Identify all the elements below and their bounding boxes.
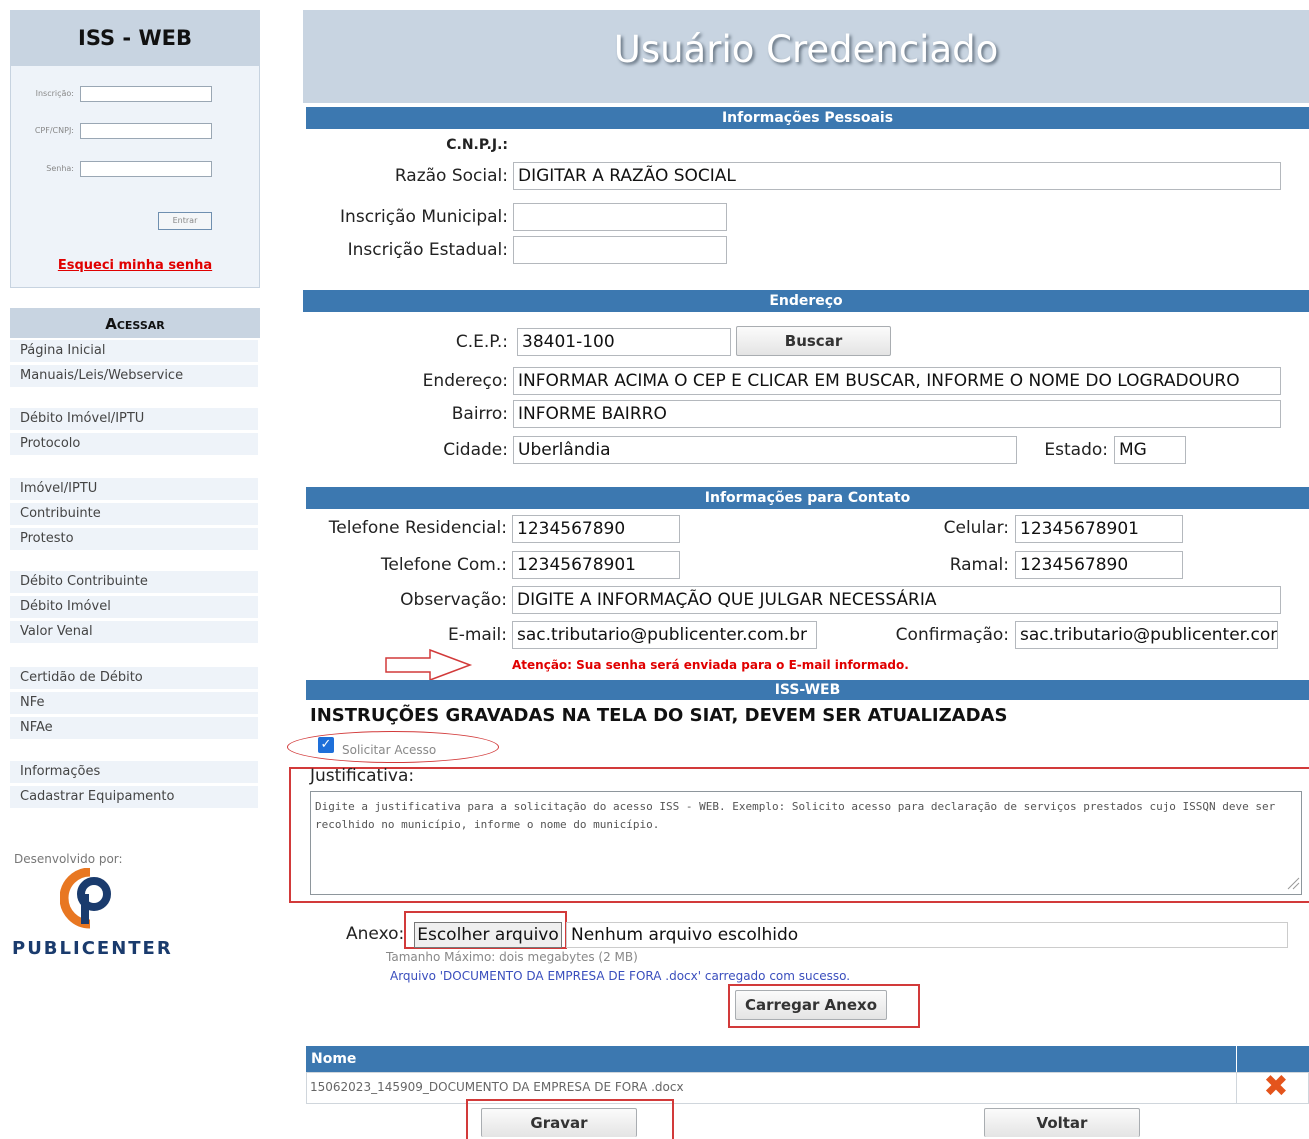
cidade-label: Cidade: <box>443 440 508 460</box>
inscricao-input[interactable] <box>80 86 212 102</box>
confirmacao-label: Confirmação: <box>895 625 1009 645</box>
buscar-button[interactable]: Buscar <box>736 326 891 356</box>
menu-item-valor-venal[interactable]: Valor Venal <box>10 621 258 643</box>
publicenter-logo-icon <box>60 868 111 929</box>
inscricao-municipal-label: Inscrição Municipal: <box>340 207 508 227</box>
anexo-label: Anexo: <box>346 924 405 944</box>
menu-item-manuais[interactable]: Manuais/Leis/Webservice <box>10 365 258 387</box>
upload-success-message: Arquivo 'DOCUMENTO DA EMPRESA DE FORA .d… <box>390 969 851 983</box>
observacao-label: Observação: <box>400 590 507 610</box>
menu-item-debito-imovel[interactable]: Débito Imóvel <box>10 596 258 618</box>
app-title: ISS - WEB <box>10 10 260 66</box>
endereco-input[interactable]: INFORMAR ACIMA O CEP E CLICAR EM BUSCAR,… <box>513 367 1281 395</box>
attachment-file-name: 15062023_145909_DOCUMENTO DA EMPRESA DE … <box>310 1080 684 1094</box>
attachments-table-header: Nome <box>306 1046 1309 1072</box>
menu-item-pagina-inicial[interactable]: Página Inicial <box>10 340 258 362</box>
cidade-input[interactable]: Uberlândia <box>513 436 1017 464</box>
inscricao-estadual-label: Inscrição Estadual: <box>347 240 508 260</box>
developed-by-label: Desenvolvido por: <box>14 852 123 866</box>
tel-comercial-label: Telefone Com.: <box>380 555 507 575</box>
voltar-button[interactable]: Voltar <box>984 1108 1140 1137</box>
menu-item-debito-imovel-iptu[interactable]: Débito Imóvel/IPTU <box>10 408 258 430</box>
delete-icon[interactable]: ✖ <box>1262 1072 1290 1102</box>
solicitar-acesso-label: Solicitar Acesso <box>342 743 437 757</box>
cpf-label: CPF/CNPJ: <box>34 126 74 135</box>
estado-label: Estado: <box>1044 440 1108 460</box>
table-divider <box>1236 1072 1237 1104</box>
tel-residencial-input[interactable]: 1234567890 <box>512 515 680 543</box>
email-input[interactable]: sac.tributario@publicenter.com.br <box>512 621 817 649</box>
cpf-input[interactable] <box>80 123 212 139</box>
section-contact: Informações para Contato <box>306 487 1309 509</box>
menu-title: Acessar <box>10 308 260 338</box>
observacao-input[interactable]: DIGITE A INFORMAÇÃO QUE JULGAR NECESSÁRI… <box>512 586 1281 614</box>
email-label: E-mail: <box>447 625 507 645</box>
justificativa-label: Justificativa: <box>310 766 415 786</box>
menu-item-contribuinte[interactable]: Contribuinte <box>10 503 258 525</box>
page-title: Usuário Credenciado <box>613 28 999 71</box>
section-iss-web: ISS-WEB <box>306 680 1309 700</box>
forgot-password-link[interactable]: Esqueci minha senha <box>10 258 260 273</box>
menu-item-debito-contribuinte[interactable]: Débito Contribuinte <box>10 571 258 593</box>
arrow-right-icon <box>385 648 473 682</box>
bairro-input[interactable]: INFORME BAIRRO <box>513 400 1281 428</box>
menu-item-imovel-iptu[interactable]: Imóvel/IPTU <box>10 478 258 500</box>
cep-input[interactable]: 38401-100 <box>517 328 731 356</box>
publicenter-logo-text: PUBLICENTER <box>12 938 173 959</box>
celular-label: Celular: <box>943 518 1009 538</box>
column-nome: Nome <box>311 1051 357 1067</box>
confirmacao-input[interactable]: sac.tributario@publicenter.com.br <box>1015 621 1278 649</box>
senha-input[interactable] <box>80 161 212 177</box>
max-size-note: Tamanho Máximo: dois megabytes (2 MB) <box>386 950 638 964</box>
choose-file-button[interactable]: Escolher arquivo <box>414 922 562 948</box>
justificativa-textarea[interactable]: Digite a justificativa para a solicitaçã… <box>310 791 1302 895</box>
section-address: Endereço <box>303 290 1309 312</box>
ramal-label: Ramal: <box>949 555 1009 575</box>
menu-item-nfe[interactable]: NFe <box>10 692 258 714</box>
inscricao-municipal-input[interactable] <box>513 203 727 231</box>
resize-handle-icon[interactable] <box>1286 876 1300 890</box>
estado-input[interactable]: MG <box>1114 436 1186 464</box>
menu-item-informacoes[interactable]: Informações <box>10 761 258 783</box>
razao-social-input[interactable]: DIGITAR A RAZÃO SOCIAL <box>513 162 1281 190</box>
razao-social-label: Razão Social: <box>394 166 508 186</box>
bairro-label: Bairro: <box>451 404 508 424</box>
celular-input[interactable]: 12345678901 <box>1015 515 1183 543</box>
carregar-anexo-button[interactable]: Carregar Anexo <box>735 990 887 1020</box>
cep-label: C.E.P.: <box>455 332 508 352</box>
file-name-display: Nenhum arquivo escolhido <box>566 922 1288 948</box>
menu-item-nfae[interactable]: NFAe <box>10 717 258 739</box>
solicitar-acesso-checkbox[interactable]: ✓ <box>318 737 334 753</box>
enter-button[interactable]: Entrar <box>158 212 212 230</box>
cnpj-label: C.N.P.J.: <box>446 137 508 153</box>
email-warning: Atenção: Sua senha será enviada para o E… <box>512 658 909 672</box>
senha-label: Senha: <box>46 164 74 173</box>
instructions-heading: INSTRUÇÕES GRAVADAS NA TELA DO SIAT, DEV… <box>310 705 1008 726</box>
ramal-input[interactable]: 1234567890 <box>1015 551 1183 579</box>
menu-item-protocolo[interactable]: Protocolo <box>10 433 258 455</box>
endereco-label: Endereço: <box>422 371 508 391</box>
inscricao-estadual-input[interactable] <box>513 236 727 264</box>
section-personal-info: Informações Pessoais <box>306 107 1309 129</box>
menu-item-certidao[interactable]: Certidão de Débito <box>10 667 258 689</box>
menu-item-cadastrar-equipamento[interactable]: Cadastrar Equipamento <box>10 786 258 808</box>
tel-comercial-input[interactable]: 12345678901 <box>512 551 680 579</box>
tel-residencial-label: Telefone Residencial: <box>328 518 507 538</box>
menu-item-protesto[interactable]: Protesto <box>10 528 258 550</box>
inscricao-label: Inscrição: <box>35 89 74 98</box>
gravar-button[interactable]: Gravar <box>481 1108 637 1137</box>
